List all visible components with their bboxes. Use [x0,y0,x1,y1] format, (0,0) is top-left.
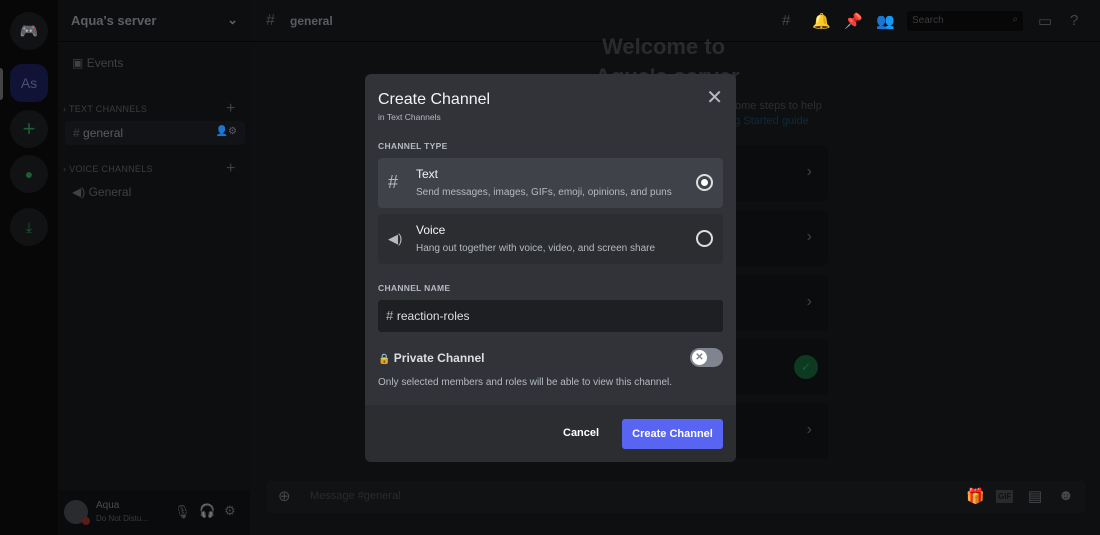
chevron-right-icon: › [806,293,812,310]
add-server-button[interactable]: + [10,110,48,148]
download-icon: ⤓ [25,218,33,235]
modal-subtitle: in Text Channels [378,112,441,122]
download-button[interactable]: ⤓ [10,208,48,246]
user-status: Do Not Distu... [96,514,149,523]
radio-selected[interactable] [696,174,713,191]
add-voice-channel-icon[interactable]: + [226,160,235,178]
threads-icon[interactable]: # [782,12,790,29]
cancel-button[interactable]: Cancel [563,427,599,439]
hash-icon: # [386,308,397,323]
dnd-status-icon [82,517,90,525]
add-attachment-icon[interactable]: ⊕ [278,487,291,505]
message-placeholder: Message #general [310,490,401,502]
bell-icon[interactable]: 🔔 [812,12,831,30]
category-label: TEXT CHANNELS [68,104,148,114]
modal-footer: Cancel Create Channel [365,405,736,462]
getting-started-link[interactable]: ng Started guide [728,115,809,127]
username: Aqua [96,500,120,511]
option-title: Text [416,167,439,181]
calendar-icon: ▣ [72,56,84,70]
welcome-text: ome steps to help [735,100,822,112]
channel-sidebar: Aqua's server ⌄ ▣ Events › TEXT CHANNELS … [58,0,250,535]
private-label-text: Private Channel [393,351,485,365]
chevron-right-icon: › [806,163,812,180]
close-icon[interactable]: ✕ [706,88,723,108]
lock-icon: 🔒 [378,354,391,365]
text-category[interactable]: › TEXT CHANNELS [63,104,147,114]
channel-label: General [88,185,132,199]
hash-icon: # [266,12,275,29]
chevron-right-icon: › [806,228,812,245]
modal-title: Create Channel [378,91,491,108]
option-text[interactable]: # Text Send messages, images, GIFs, emoj… [378,158,723,208]
settings-gear-icon[interactable]: ⚙ [224,503,236,519]
sticker-icon[interactable]: ▤ [1028,487,1042,505]
gif-button[interactable]: GIF [996,490,1014,503]
server-name: Aqua's server [71,13,157,28]
events-label: Events [86,56,124,70]
radio-unselected[interactable] [696,230,713,247]
members-icon[interactable]: 👥 [876,12,895,30]
compass-icon: ● [24,166,34,182]
invite-icon[interactable]: 👤⚙ [216,126,237,137]
emoji-icon[interactable]: ☻ [1058,487,1074,504]
discord-logo-icon: 🎮 [19,23,39,40]
chevron-down-icon: ⌄ [227,12,238,27]
speaker-icon: ◀) [72,185,86,199]
headphones-icon[interactable]: 🎧 [199,503,215,519]
inbox-icon[interactable]: ▭ [1038,12,1052,30]
search-placeholder: Search [912,15,944,26]
pin-icon[interactable]: 📌 [844,12,863,30]
search-icon: ⌕ [1012,14,1018,25]
check-icon: ✓ [794,355,818,379]
channel-type-label: CHANNEL TYPE [378,141,448,151]
voice-category[interactable]: › VOICE CHANNELS [63,164,153,174]
explore-button[interactable]: ● [10,155,48,193]
hash-icon: # [388,172,399,192]
option-description: Hang out together with voice, video, and… [416,243,656,254]
server-header[interactable]: Aqua's server ⌄ [58,0,250,42]
option-description: Send messages, images, GIFs, emoji, opin… [416,187,672,198]
create-channel-button[interactable]: Create Channel [622,419,723,449]
channel-name-value: reaction-roles [396,309,470,323]
events-item[interactable]: ▣ Events [72,56,123,70]
hash-icon: # [73,126,84,140]
discord-home-button[interactable]: 🎮 [10,12,48,50]
chevron-right-icon: › [806,421,812,438]
channel-title: general [290,14,333,28]
channel-item-voice-general[interactable]: ◀) General [72,185,131,199]
channel-label: general [83,126,124,140]
channel-name-input[interactable]: # reaction-roles [378,300,723,332]
message-composer[interactable]: ⊕ Message #general 🎁 GIF ▤ ☻ [266,481,1086,513]
add-text-channel-icon[interactable]: + [226,100,235,118]
speaker-icon: ◀) [388,231,403,246]
private-description: Only selected members and roles will be … [378,377,673,388]
mute-icon[interactable]: 🎙 [174,504,191,520]
channel-name-label: CHANNEL NAME [378,283,451,293]
active-indicator [0,68,3,100]
category-label: VOICE CHANNELS [69,164,153,174]
plus-icon: + [22,116,36,141]
gift-icon[interactable]: 🎁 [966,487,985,505]
private-channel-label: 🔒 Private Channel [378,351,485,365]
welcome-title: Welcome to [602,34,726,59]
create-channel-modal: Create Channel in Text Channels ✕ CHANNE… [365,74,736,462]
server-icon[interactable]: As [10,64,48,102]
private-channel-toggle[interactable]: ✕ [690,348,723,367]
search-input[interactable]: Search ⌕ [907,11,1023,31]
channel-item-general[interactable]: # general 👤⚙ [65,121,245,145]
option-title: Voice [416,223,446,237]
option-voice[interactable]: ◀) Voice Hang out together with voice, v… [378,214,723,264]
server-rail: 🎮 As + ● ⤓ [0,0,58,535]
help-icon[interactable]: ? [1070,12,1078,29]
user-panel: Aqua Do Not Distu... 🎙 🎧 ⚙ [58,490,250,535]
x-icon: ✕ [692,350,707,365]
